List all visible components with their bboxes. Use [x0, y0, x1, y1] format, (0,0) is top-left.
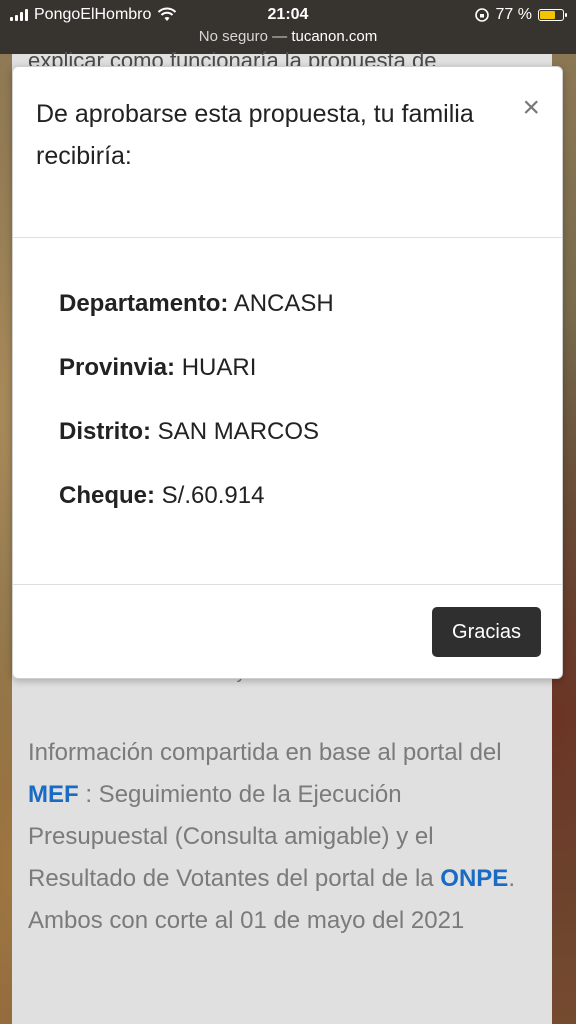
modal-header: De aprobarse esta propuesta, tu familia …	[13, 67, 562, 238]
status-right: 77 %	[474, 6, 567, 24]
field-label: Departamento:	[59, 290, 229, 317]
field-label: Cheque:	[59, 482, 155, 509]
field-value: HUARI	[181, 354, 257, 381]
status-bar: PongoElHombro 21:04 77 % No seguro — tuc…	[0, 0, 576, 54]
field-cheque: Cheque: S/.60.914	[59, 482, 264, 510]
field-label: Provinvia:	[59, 354, 176, 381]
field-value: SAN MARCOS	[157, 418, 320, 445]
modal-title-line1: De aprobarse esta propuesta, tu familia	[36, 100, 474, 128]
field-value: ANCASH	[233, 290, 334, 317]
modal-body: Departamento: ANCASH Provinvia: HUARI Di…	[13, 238, 562, 585]
orientation-lock-icon	[474, 8, 489, 22]
url-security: No seguro —	[198, 28, 288, 45]
field-provincia: Provinvia: HUARI	[59, 354, 256, 382]
url-domain: tucanon.com	[291, 28, 378, 45]
battery-percent: 77 %	[495, 6, 532, 23]
gracias-button[interactable]: Gracias	[432, 607, 541, 657]
result-modal: De aprobarse esta propuesta, tu familia …	[12, 66, 563, 679]
field-label: Distrito:	[59, 418, 151, 445]
battery-icon	[538, 9, 567, 21]
modal-title: De aprobarse esta propuesta, tu familia …	[36, 93, 476, 177]
close-icon[interactable]: ×	[522, 93, 540, 123]
field-distrito: Distrito: SAN MARCOS	[59, 418, 319, 446]
field-departamento: Departamento: ANCASH	[59, 290, 334, 318]
modal-title-line2: recibiría:	[36, 142, 132, 170]
url-bar[interactable]: No seguro — tucanon.com	[0, 28, 576, 45]
field-value: S/.60.914	[161, 482, 265, 509]
